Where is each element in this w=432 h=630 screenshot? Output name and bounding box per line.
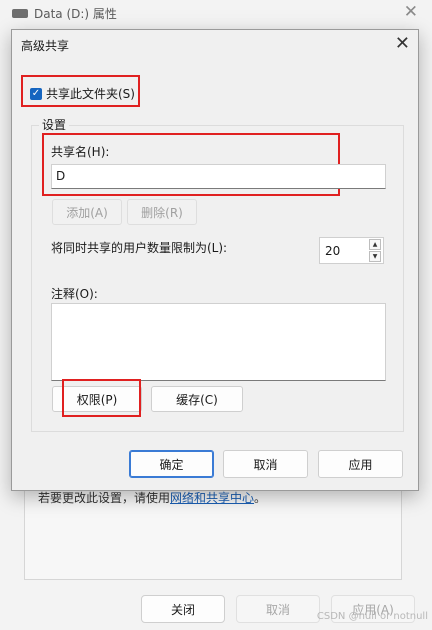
ok-button[interactable]: 确定 [129, 450, 214, 478]
properties-titlebar: Data (D:) 属性 ✕ [0, 0, 432, 28]
settings-group-label: 设置 [39, 116, 70, 133]
checkbox-checked-icon[interactable]: ✓ [30, 87, 42, 100]
share-name-value: D [56, 169, 66, 183]
drive-icon [12, 9, 28, 18]
properties-close-button[interactable]: 关闭 [141, 595, 225, 623]
dialog-title: 高级共享 [21, 39, 70, 53]
network-sharing-center-link[interactable]: 网络和共享中心 [170, 491, 254, 505]
apply-button[interactable]: 应用 [318, 450, 403, 478]
remove-button[interactable]: 删除(R) [127, 199, 197, 225]
add-button[interactable]: 添加(A) [52, 199, 122, 225]
sharing-hint: 若要更改此设置，请使用网络和共享中心。 [38, 489, 266, 506]
share-folder-checkbox[interactable]: ✓ 共享此文件夹(S) [30, 85, 135, 102]
user-limit-label: 将同时共享的用户数量限制为(L): [51, 241, 228, 255]
user-limit-value: 20 [325, 244, 341, 258]
dialog-close-icon[interactable]: ✕ [395, 32, 410, 56]
caching-button[interactable]: 缓存(C) [151, 386, 243, 412]
share-name-label: 共享名(H): [51, 145, 110, 159]
cancel-button[interactable]: 取消 [223, 450, 308, 478]
user-limit-stepper[interactable]: 20 ▲ ▼ [319, 237, 384, 264]
comment-label: 注释(O): [51, 287, 98, 301]
sharing-hint-text: 若要更改此设置，请使用 [38, 491, 171, 505]
share-folder-label: 共享此文件夹(S) [46, 87, 135, 101]
csdn-watermark: CSDN @null or notnull [316, 611, 428, 622]
properties-window-title: Data (D:) 属性 [34, 7, 117, 21]
properties-cancel-button[interactable]: 取消 [236, 595, 320, 623]
advanced-sharing-dialog: 高级共享 ✕ ✓ 共享此文件夹(S) 设置 共享名(H): D 添加(A) 删除… [11, 29, 419, 491]
properties-close-icon[interactable]: ✕ [404, 2, 418, 22]
spin-down-icon[interactable]: ▼ [369, 251, 381, 262]
share-name-input[interactable]: D [51, 164, 386, 189]
spin-up-icon[interactable]: ▲ [369, 239, 381, 250]
highlight-permissions [62, 379, 141, 417]
comment-textarea[interactable] [51, 303, 386, 381]
sharing-hint-suffix: 。 [254, 491, 267, 505]
